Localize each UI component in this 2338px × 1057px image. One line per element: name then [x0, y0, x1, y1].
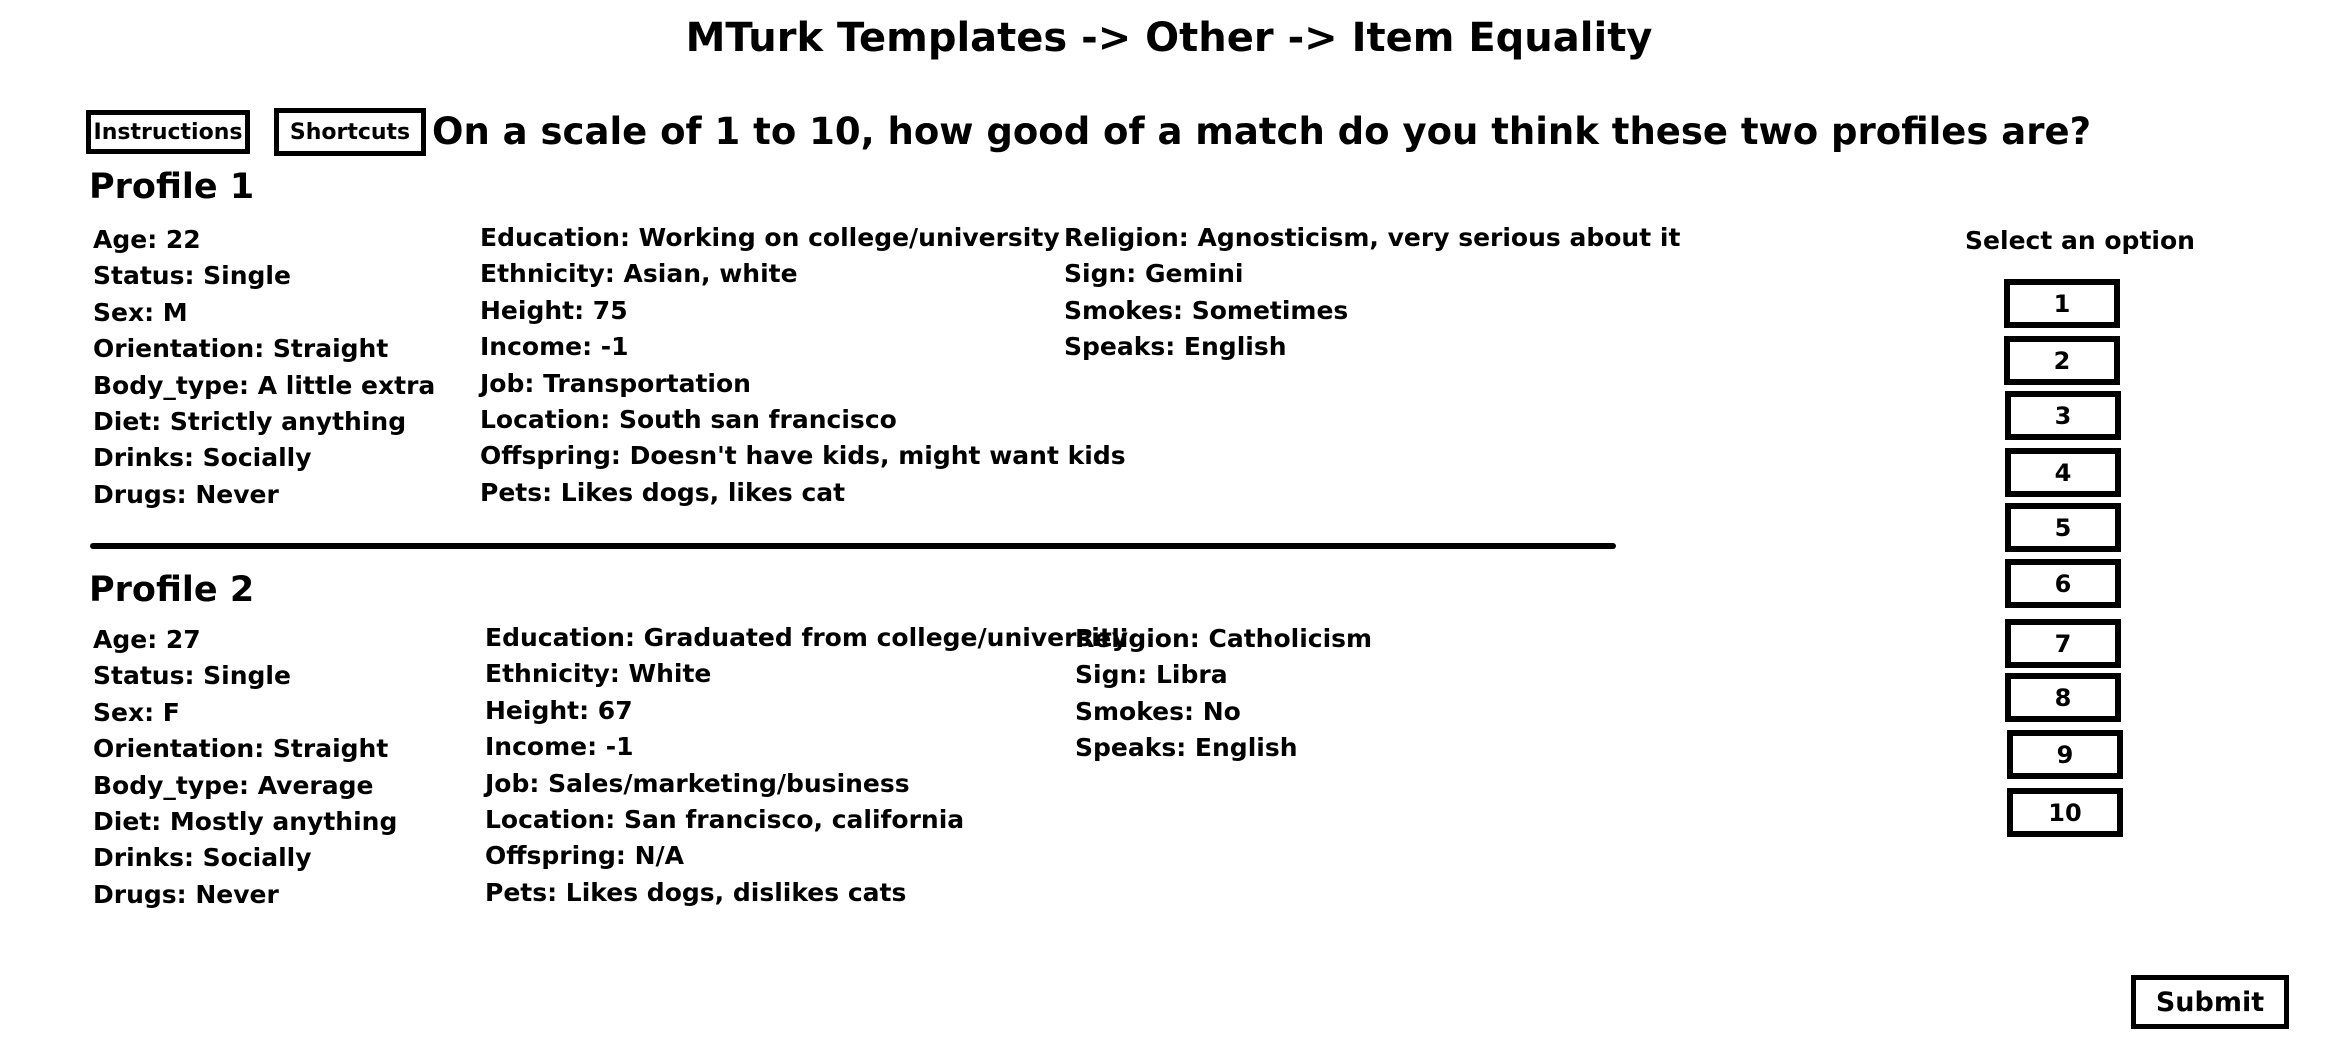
profile-attribute: Height: 75	[480, 295, 628, 325]
profile-1-heading: Profile 1	[89, 167, 255, 207]
profile-attribute: Age: 22	[93, 225, 201, 254]
profile-attribute: Orientation: Straight	[93, 334, 389, 364]
profile-attribute: Income: -1	[485, 732, 634, 762]
profile-attribute: Sign: Gemini	[1064, 259, 1244, 289]
rating-option-9[interactable]: 9	[2007, 730, 2123, 779]
profile-2-column-3: Religion: Catholicism Sign: Libra Smokes…	[1075, 621, 1372, 767]
profile-divider	[90, 543, 1616, 549]
profile-1-column-1: Age: 22 Status: Single Sex: M Orientatio…	[93, 222, 435, 513]
page-title: MTurk Templates -> Other -> Item Equalit…	[685, 15, 1653, 61]
profile-attribute: Smokes: Sometimes	[1064, 295, 1349, 325]
rating-option-6[interactable]: 6	[2005, 559, 2121, 608]
rating-option-4[interactable]: 4	[2005, 448, 2121, 497]
profile-attribute: Pets: Likes dogs, dislikes cats	[485, 877, 907, 907]
profile-attribute: Job: Sales/marketing/business	[485, 768, 910, 798]
profile-attribute: Offspring: N/A	[485, 841, 684, 871]
profile-attribute: Drugs: Never	[93, 879, 279, 909]
instructions-button[interactable]: Instructions	[86, 110, 250, 154]
profile-attribute: Ethnicity: Asian, white	[480, 259, 798, 289]
profile-attribute: Diet: Mostly anything	[93, 806, 398, 836]
question-text: On a scale of 1 to 10, how good of a mat…	[432, 110, 2092, 153]
rating-option-1[interactable]: 1	[2004, 279, 2120, 328]
profile-1-column-3: Religion: Agnosticism, very serious abou…	[1064, 220, 1680, 366]
profile-attribute: Sex: F	[93, 697, 180, 727]
toolbar: Instructions Shortcuts On a scale of 1 t…	[86, 106, 2091, 158]
profile-attribute: Diet: Strictly anything	[93, 406, 407, 436]
profile-attribute: Height: 67	[485, 695, 633, 725]
profile-attribute: Location: San francisco, california	[485, 804, 965, 834]
profile-attribute: Education: Graduated from college/univer…	[485, 623, 1129, 652]
profile-attribute: Religion: Catholicism	[1075, 624, 1373, 653]
profile-2-column-1: Age: 27 Status: Single Sex: F Orientatio…	[93, 622, 397, 913]
profile-attribute: Status: Single	[93, 261, 291, 291]
rating-option-10[interactable]: 10	[2007, 788, 2123, 837]
profile-attribute: Speaks: English	[1075, 733, 1298, 763]
profile-attribute: Speaks: English	[1064, 332, 1287, 362]
rating-option-8[interactable]: 8	[2005, 673, 2121, 722]
profile-attribute: Age: 27	[93, 625, 201, 654]
profile-attribute: Job: Transportation	[480, 368, 751, 398]
profile-attribute: Education: Working on college/university	[480, 223, 1060, 252]
profile-attribute: Sex: M	[93, 297, 188, 327]
profile-attribute: Location: South san francisco	[480, 404, 897, 434]
profile-attribute: Sign: Libra	[1075, 660, 1228, 690]
select-option-label: Select an option	[1965, 226, 2195, 255]
submit-button[interactable]: Submit	[2131, 975, 2289, 1029]
profile-attribute: Body_type: A little extra	[93, 370, 436, 400]
profile-attribute: Pets: Likes dogs, likes cat	[480, 477, 846, 507]
profile-attribute: Drinks: Socially	[93, 843, 312, 873]
profile-2-column-2: Education: Graduated from college/univer…	[485, 620, 1128, 911]
profile-2-heading: Profile 2	[89, 570, 255, 610]
rating-option-2[interactable]: 2	[2004, 336, 2120, 385]
profile-attribute: Ethnicity: White	[485, 659, 712, 689]
profile-attribute: Income: -1	[480, 332, 629, 362]
profile-attribute: Religion: Agnosticism, very serious abou…	[1064, 223, 1681, 252]
rating-option-7[interactable]: 7	[2005, 619, 2121, 668]
rating-option-3[interactable]: 3	[2005, 391, 2121, 440]
rating-option-5[interactable]: 5	[2005, 503, 2121, 552]
profile-attribute: Orientation: Straight	[93, 734, 389, 764]
shortcuts-button[interactable]: Shortcuts	[274, 108, 426, 156]
profile-1-column-2: Education: Working on college/university…	[480, 220, 1126, 511]
profile-attribute: Drinks: Socially	[93, 443, 312, 473]
profile-attribute: Offspring: Doesn't have kids, might want…	[480, 441, 1126, 471]
profile-attribute: Drugs: Never	[93, 479, 279, 509]
profile-attribute: Status: Single	[93, 661, 291, 691]
profile-attribute: Smokes: No	[1075, 696, 1241, 726]
profile-attribute: Body_type: Average	[93, 770, 374, 800]
